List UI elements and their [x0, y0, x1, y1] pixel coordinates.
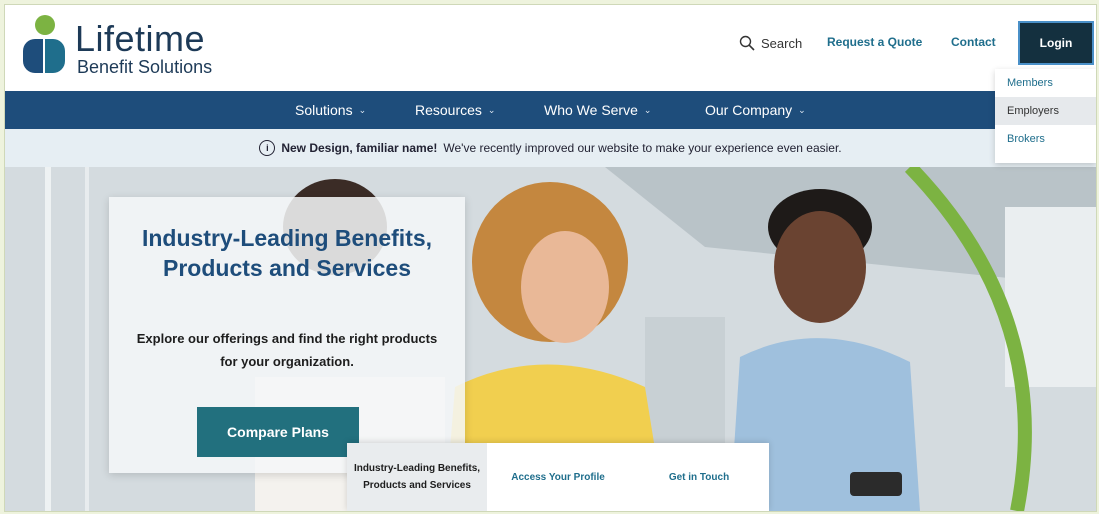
search-icon	[739, 35, 755, 51]
hero-subtitle: Explore our offerings and find the right…	[136, 331, 438, 369]
request-quote-link[interactable]: Request a Quote	[827, 35, 922, 49]
compare-plans-button[interactable]: Compare Plans	[197, 407, 359, 457]
nav-item-label: Who We Serve	[544, 102, 638, 118]
info-icon: i	[259, 140, 276, 156]
logo[interactable]: Lifetime Benefit Solutions	[19, 15, 229, 77]
login-button[interactable]: Login	[1020, 23, 1092, 63]
menu-item-members[interactable]: Members	[995, 69, 1096, 97]
tab-get-in-touch[interactable]: Get in Touch	[629, 443, 769, 511]
chevron-down-icon: ⌄	[798, 104, 806, 115]
contact-link[interactable]: Contact	[951, 35, 996, 49]
chevron-down-icon: ⌄	[487, 104, 496, 115]
chevron-down-icon: ⌄	[643, 104, 652, 115]
logo-mark-icon	[21, 15, 69, 75]
nav-item-solutions[interactable]: Solutions ⌄	[295, 91, 366, 129]
website-frame: Lifetime Benefit Solutions Search Reques…	[4, 4, 1097, 512]
notice-text: We've recently improved our website to m…	[443, 141, 842, 155]
main-nav: Solutions ⌄ Resources ⌄ Who We Serve ⌄ O…	[5, 91, 1096, 129]
hero-tab-bar: Industry-Leading Benefits, Products and …	[347, 443, 769, 511]
hero-section: Industry-Leading Benefits, Products and …	[5, 167, 1096, 511]
search-button[interactable]: Search	[739, 31, 802, 55]
nav-item-label: Solutions	[295, 102, 353, 118]
menu-item-employers[interactable]: Employers	[995, 97, 1096, 125]
notice-bar: i New Design, familiar name! We've recen…	[5, 129, 1096, 167]
search-label: Search	[761, 35, 803, 51]
site-header: Lifetime Benefit Solutions Search Reques…	[5, 5, 1096, 91]
nav-item-label: Our Company	[705, 102, 793, 118]
chevron-down-icon: ⌄	[358, 104, 367, 115]
tab-access-profile[interactable]: Access Your Profile	[487, 443, 629, 511]
login-dropdown-menu: Members Employers Brokers	[995, 69, 1096, 163]
nav-item-label: Resources	[415, 102, 482, 118]
logo-name: Lifetime	[75, 18, 206, 59]
hero-card: Industry-Leading Benefits, Products and …	[109, 197, 465, 473]
logo-subtitle: Benefit Solutions	[77, 57, 213, 77]
menu-item-brokers[interactable]: Brokers	[995, 125, 1096, 153]
tab-industry-leading[interactable]: Industry-Leading Benefits, Products and …	[347, 443, 487, 511]
nav-item-who-we-serve[interactable]: Who We Serve ⌄	[544, 91, 651, 129]
hero-title: Industry-Leading Benefits, Products and …	[141, 225, 433, 281]
nav-item-resources[interactable]: Resources ⌄	[415, 91, 495, 129]
nav-item-our-company[interactable]: Our Company ⌄	[705, 91, 806, 129]
notice-headline: New Design, familiar name!	[281, 141, 438, 155]
